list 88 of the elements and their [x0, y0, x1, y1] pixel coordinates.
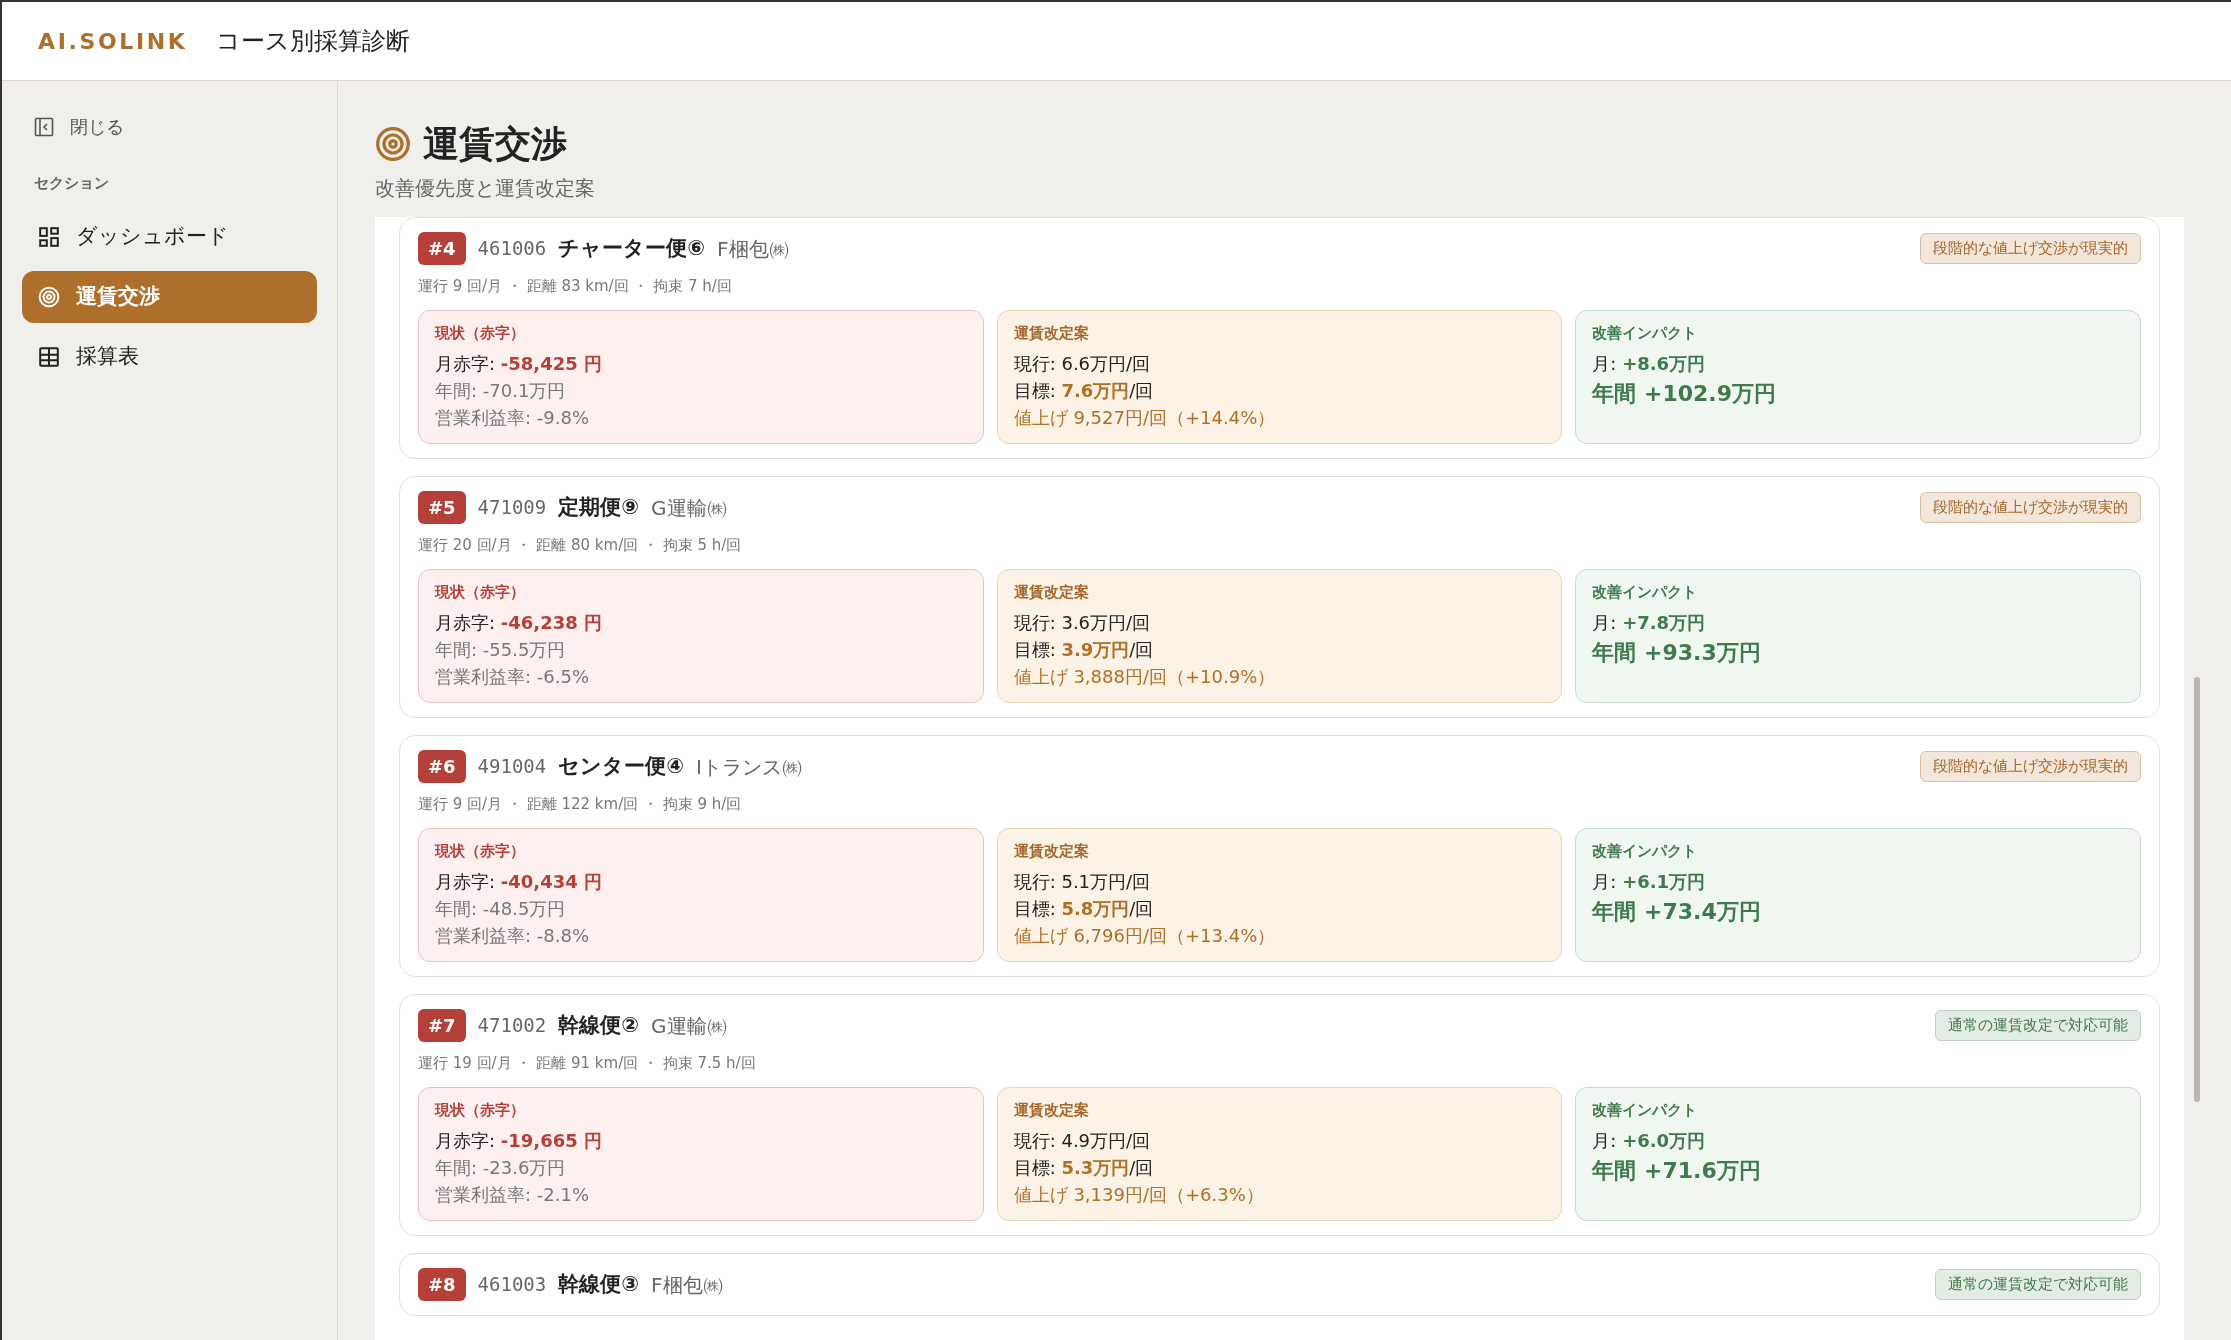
current-fare: 現行: 5.1万円/回 — [1013, 870, 1152, 894]
company-name: G運輸㈱ — [651, 494, 727, 522]
rank-badge: #5 — [418, 491, 466, 524]
monthly-deficit: 月赤字: -46,238 円 — [435, 611, 603, 635]
profit-margin: 営業利益率: -6.5% — [435, 665, 590, 689]
panel-title: 運賃改定案 — [1013, 1099, 1090, 1121]
course-code: 491004 — [477, 754, 547, 780]
panel-title: 現状（赤字） — [435, 322, 526, 344]
target-fare: 目標: 3.9万円/回 — [1013, 638, 1155, 662]
table-icon — [38, 345, 60, 368]
monthly-deficit: 月赤字: -40,434 円 — [435, 870, 603, 894]
monthly-improvement: 月: +6.0万円 — [1592, 1129, 1707, 1153]
recommendation-tag: 通常の運賃改定で対応可能 — [1935, 1010, 2141, 1041]
profit-margin: 営業利益率: -8.8% — [435, 924, 590, 948]
fare-increase: 値上げ 9,527円/回（+14.4%） — [1013, 406, 1277, 430]
annual-deficit: 年間: -70.1万円 — [435, 379, 567, 403]
monthly-improvement: 月: +8.6万円 — [1592, 352, 1707, 376]
sidebar-item[interactable]: ダッシュボード — [22, 210, 317, 263]
panel-title: 運賃改定案 — [1013, 840, 1090, 862]
company-name: Iトランス㈱ — [696, 753, 802, 781]
app-title: コース別採算診断 — [215, 26, 410, 57]
section-label: セクション — [33, 173, 110, 194]
course-name: 幹線便② — [558, 1011, 640, 1039]
rank-badge: #4 — [418, 232, 466, 265]
course-name: センター便④ — [558, 752, 685, 780]
monthly-improvement: 月: +7.8万円 — [1592, 611, 1707, 635]
course-meta: 運行 20 回/月 ・ 距離 80 km/回 ・ 拘束 5 h/回 — [418, 535, 743, 556]
close-sidebar-button[interactable]: 閉じる — [22, 113, 317, 140]
fare-increase: 値上げ 3,888円/回（+10.9%） — [1013, 665, 1277, 689]
course-meta: 運行 19 回/月 ・ 距離 91 km/回 ・ 拘束 7.5 h/回 — [418, 1053, 757, 1074]
course-code: 471009 — [477, 495, 547, 521]
annual-improvement: 年間 +71.6万円 — [1592, 1157, 1762, 1185]
company-name: F梱包㈱ — [717, 235, 789, 263]
recommendation-tag: 段階的な値上げ交渉が現実的 — [1920, 233, 2141, 264]
rank-badge: #7 — [418, 1009, 466, 1042]
target-icon — [375, 126, 411, 162]
course-code: 471002 — [477, 1013, 547, 1039]
course-meta: 運行 9 回/月 ・ 距離 83 km/回 ・ 拘束 7 h/回 — [418, 276, 733, 297]
logo[interactable]: AI.SOLINK — [38, 24, 188, 58]
annual-deficit: 年間: -23.6万円 — [435, 1156, 567, 1180]
page-title: 運賃交渉 — [423, 122, 567, 166]
annual-improvement: 年間 +73.4万円 — [1592, 898, 1762, 926]
rank-badge: #6 — [418, 750, 466, 783]
page-subtitle: 改善優先度と運賃改定案 — [375, 175, 596, 202]
panel-title: 運賃改定案 — [1013, 581, 1090, 603]
panel-title: 運賃改定案 — [1013, 322, 1090, 344]
monthly-deficit: 月赤字: -19,665 円 — [435, 1129, 603, 1153]
sidebar-item[interactable]: 運賃交渉 — [22, 270, 317, 323]
panel-title: 改善インパクト — [1592, 1099, 1699, 1121]
panel-title: 現状（赤字） — [435, 581, 526, 603]
fare-increase: 値上げ 3,139円/回（+6.3%） — [1013, 1183, 1265, 1207]
monthly-improvement: 月: +6.1万円 — [1592, 870, 1707, 894]
course-code: 461006 — [477, 236, 547, 262]
target-fare: 目標: 7.6万円/回 — [1013, 379, 1155, 403]
course-meta: 運行 9 回/月 ・ 距離 122 km/回 ・ 拘束 9 h/回 — [418, 794, 743, 815]
panel-title: 現状（赤字） — [435, 1099, 526, 1121]
target-icon — [38, 285, 60, 308]
scrollbar[interactable] — [2194, 677, 2200, 1102]
panel-title: 改善インパクト — [1592, 840, 1699, 862]
annual-deficit: 年間: -48.5万円 — [435, 897, 567, 921]
annual-deficit: 年間: -55.5万円 — [435, 638, 567, 662]
target-fare: 目標: 5.3万円/回 — [1013, 1156, 1155, 1180]
rank-badge: #8 — [418, 1268, 466, 1301]
monthly-deficit: 月赤字: -58,425 円 — [435, 352, 603, 376]
recommendation-tag: 通常の運賃改定で対応可能 — [1935, 1269, 2141, 1300]
panel-title: 現状（赤字） — [435, 840, 526, 862]
annual-improvement: 年間 +93.3万円 — [1592, 639, 1762, 667]
current-fare: 現行: 4.9万円/回 — [1013, 1129, 1152, 1153]
annual-improvement: 年間 +102.9万円 — [1592, 380, 1777, 408]
recommendation-tag: 段階的な値上げ交渉が現実的 — [1920, 751, 2141, 782]
current-fare: 現行: 3.6万円/回 — [1013, 611, 1152, 635]
course-name: 幹線便③ — [558, 1270, 640, 1298]
company-name: F梱包㈱ — [651, 1271, 723, 1299]
panel-title: 改善インパクト — [1592, 322, 1699, 344]
company-name: G運輸㈱ — [651, 1012, 727, 1040]
current-fare: 現行: 6.6万円/回 — [1013, 352, 1152, 376]
course-code: 461003 — [477, 1272, 547, 1298]
sidebar-item[interactable]: 採算表 — [22, 330, 317, 383]
profit-margin: 営業利益率: -2.1% — [435, 1183, 590, 1207]
course-name: 定期便⑨ — [558, 493, 640, 521]
profit-margin: 営業利益率: -9.8% — [435, 406, 590, 430]
target-fare: 目標: 5.8万円/回 — [1013, 897, 1155, 921]
course-name: チャーター便⑥ — [558, 234, 706, 262]
fare-increase: 値上げ 6,796円/回（+13.4%） — [1013, 924, 1277, 948]
recommendation-tag: 段階的な値上げ交渉が現実的 — [1920, 492, 2141, 523]
panel-title: 改善インパクト — [1592, 581, 1699, 603]
sidebar-collapse-icon — [34, 116, 54, 137]
grid-icon — [38, 225, 60, 248]
